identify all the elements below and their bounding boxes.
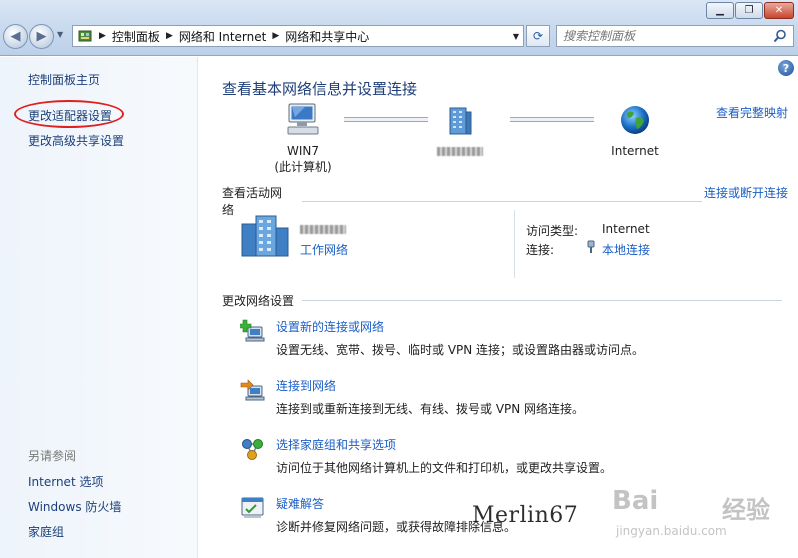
- computer-name: WIN7: [286, 144, 319, 158]
- network-type-link[interactable]: 工作网络: [300, 241, 348, 258]
- address-dropdown-icon[interactable]: ▼: [513, 32, 519, 41]
- work-network-icon[interactable]: [240, 214, 292, 261]
- active-networks-heading: 查看活动网络: [222, 184, 702, 218]
- navigation-row: ◀ ▶ ▼ ▶ 控制面板 ▶ 网络和 Internet ▶ 网络和共享中心 ▼ …: [0, 24, 798, 50]
- control-panel-icon: [77, 29, 93, 43]
- close-button[interactable]: ✕: [764, 2, 794, 19]
- minimize-button[interactable]: ▁: [706, 2, 734, 19]
- breadcrumb-separator-icon[interactable]: ▶: [99, 31, 106, 41]
- change-settings-title: 更改网络设置: [222, 294, 295, 308]
- globe-icon: [600, 100, 670, 136]
- help-icon[interactable]: ?: [778, 60, 794, 76]
- refresh-button[interactable]: ⟳: [526, 25, 550, 47]
- baidu-site-text: jingyan.baidu.com: [616, 524, 727, 538]
- task-description: 连接到或重新连接到无线、有线、拨号或 VPN 网络连接。: [276, 402, 585, 416]
- task-description: 访问位于其他网络计算机上的文件和打印机，或更改共享设置。: [276, 461, 613, 475]
- author-watermark: Merlin67: [472, 503, 579, 528]
- windows-firewall-link[interactable]: Windows 防火墙: [28, 498, 121, 515]
- page-title: 查看基本网络信息并设置连接: [222, 80, 418, 98]
- connect-network-icon: [240, 377, 266, 403]
- breadcrumb-separator-icon[interactable]: ▶: [272, 31, 279, 41]
- baidu-jingyan-watermark: Bai 经验 jingyan.baidu.com: [612, 484, 792, 544]
- homegroup-icon: [240, 436, 266, 462]
- window-controls: ▁ ❐ ✕: [706, 2, 794, 19]
- homegroup-link[interactable]: 家庭组: [28, 523, 64, 540]
- access-type-value: Internet: [602, 222, 650, 236]
- ethernet-plug-icon: [586, 240, 596, 257]
- task-title[interactable]: 设置新的连接或网络: [276, 318, 384, 335]
- breadcrumb-network-internet[interactable]: 网络和 Internet: [179, 28, 266, 45]
- left-task-pane: 控制面板主页 更改适配器设置 更改高级共享设置 另请参阅 Internet 选项…: [0, 57, 198, 558]
- network-building-icon: [430, 100, 490, 136]
- control-panel-home-link[interactable]: 控制面板主页: [28, 71, 100, 88]
- active-network-name-obscured: [300, 222, 346, 236]
- network-name-obscured: [430, 144, 490, 158]
- local-connection-link[interactable]: 本地连接: [602, 241, 650, 258]
- task-title[interactable]: 疑难解答: [276, 495, 324, 512]
- back-button[interactable]: ◀: [3, 24, 28, 49]
- internet-node[interactable]: Internet: [600, 100, 670, 158]
- change-adapter-settings-link[interactable]: 更改适配器设置: [28, 107, 112, 124]
- new-connection-icon: [238, 318, 266, 344]
- active-networks-title: 查看活动网络: [222, 186, 283, 217]
- task-description: 设置无线、宽带、拨号、临时或 VPN 连接；或设置路由器或访问点。: [276, 343, 645, 357]
- this-computer-node: WIN7 (此计算机): [268, 100, 338, 175]
- computer-subtitle: (此计算机): [274, 160, 332, 174]
- refresh-icon: ⟳: [532, 29, 544, 43]
- task-title[interactable]: 连接到网络: [276, 377, 336, 394]
- connection-line: [344, 117, 428, 122]
- connection-line: [510, 117, 594, 122]
- baidu-jingyan-text: 经验: [722, 496, 770, 524]
- address-bar[interactable]: ▶ 控制面板 ▶ 网络和 Internet ▶ 网络和共享中心 ▼: [72, 25, 524, 47]
- search-box: [556, 25, 794, 47]
- arrow-right-icon: ▶: [36, 29, 47, 44]
- troubleshoot-icon: [240, 495, 266, 521]
- advanced-sharing-settings-link[interactable]: 更改高级共享设置: [28, 132, 124, 149]
- breadcrumb-separator-icon[interactable]: ▶: [166, 31, 173, 41]
- search-icon[interactable]: [773, 29, 787, 46]
- arrow-left-icon: ◀: [10, 29, 21, 44]
- recent-pages-dropdown[interactable]: ▼: [57, 30, 63, 39]
- internet-options-link[interactable]: Internet 选项: [28, 473, 103, 490]
- see-full-map-link[interactable]: 查看完整映射: [716, 104, 788, 121]
- see-also-heading: 另请参阅: [28, 449, 77, 463]
- chevron-down-icon: ▼: [57, 30, 64, 39]
- maximize-button[interactable]: ❐: [735, 2, 763, 19]
- breadcrumb-control-panel[interactable]: 控制面板: [112, 28, 160, 45]
- connections-label: 连接:: [526, 243, 555, 257]
- search-input[interactable]: [563, 27, 763, 45]
- baidu-logo-text: Bai: [612, 486, 659, 516]
- task-title[interactable]: 选择家庭组和共享选项: [276, 436, 396, 453]
- access-type-label: 访问类型:: [526, 224, 579, 238]
- forward-button[interactable]: ▶: [29, 24, 54, 49]
- breadcrumb-network-sharing-center[interactable]: 网络和共享中心: [285, 28, 369, 45]
- network-node[interactable]: [430, 100, 490, 158]
- computer-icon: [268, 100, 338, 136]
- title-bar: ▁ ❐ ✕ ◀ ▶ ▼ ▶ 控制面板 ▶ 网络和 Internet ▶ 网络和共…: [0, 0, 798, 56]
- divider: [514, 210, 515, 278]
- change-settings-heading: 更改网络设置: [222, 292, 792, 309]
- connect-disconnect-link[interactable]: 连接或断开连接: [704, 184, 788, 201]
- internet-label: Internet: [611, 144, 659, 158]
